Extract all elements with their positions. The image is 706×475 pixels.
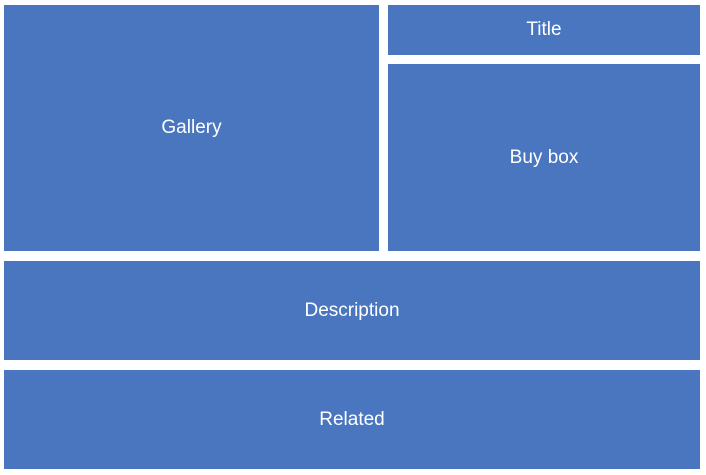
buy-box-label: Buy box [509,146,579,168]
title-label: Title [526,19,562,40]
gallery-block: Gallery [4,5,379,251]
related-label: Related [319,408,385,430]
title-block: Title [388,5,700,55]
description-block: Description [4,261,700,360]
related-block: Related [4,370,700,469]
description-label: Description [304,299,400,321]
buy-box-block: Buy box [388,64,700,251]
gallery-label: Gallery [161,117,222,138]
